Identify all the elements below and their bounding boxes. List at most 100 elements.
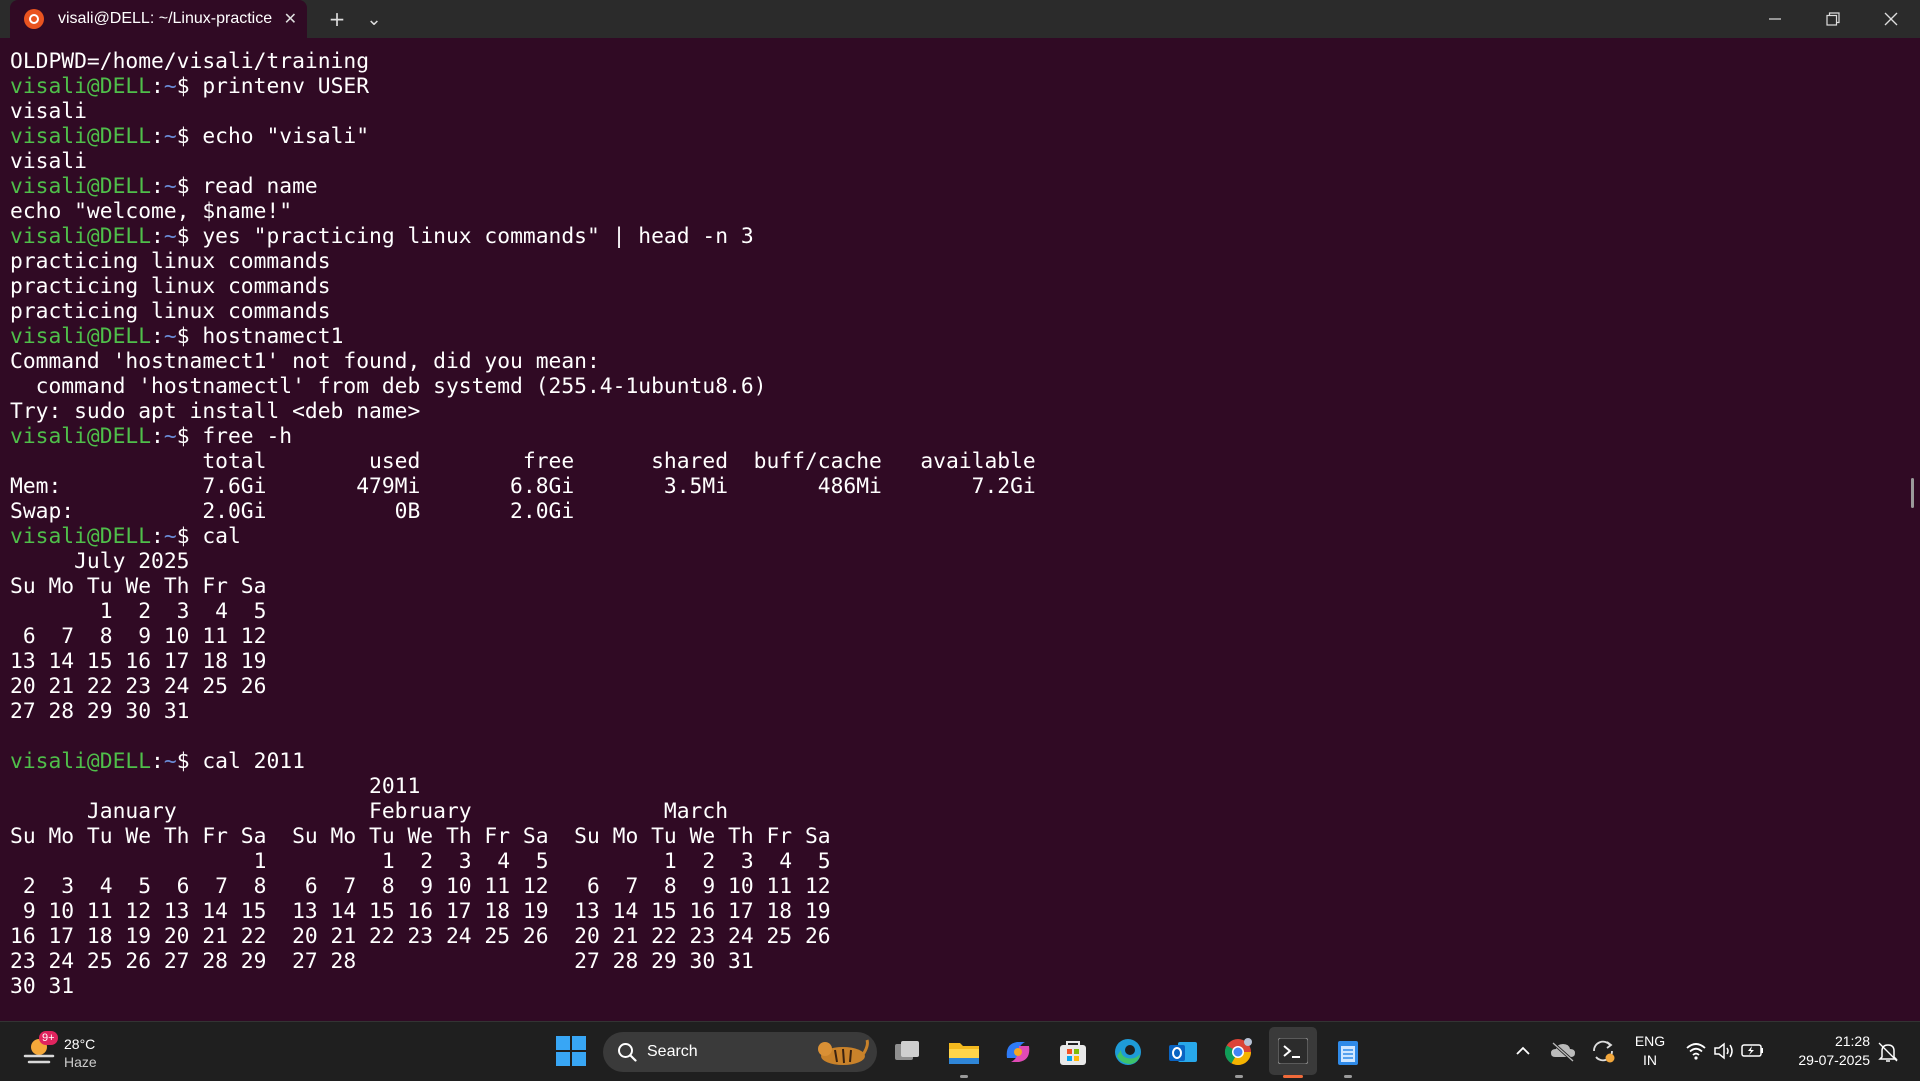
- output-line: Command 'hostnamect1' not found, did you…: [10, 349, 600, 374]
- output-line: 30 31: [10, 974, 75, 999]
- terminal-tab[interactable]: visali@DELL: ~/Linux-practice ✕: [10, 0, 307, 38]
- file-explorer-running-indicator: [960, 1075, 968, 1078]
- prompt-path: ~: [163, 324, 177, 349]
- close-icon: [1884, 12, 1898, 26]
- prompt-line: visali@DELL:~$ free -h: [10, 424, 1036, 449]
- prompt-line: visali@DELL:~$ cal 2011: [10, 749, 1036, 774]
- edge-browser-icon[interactable]: [1113, 1038, 1143, 1066]
- prompt-separator: :: [151, 749, 164, 774]
- chrome-running-indicator: [1235, 1075, 1243, 1078]
- microsoft-store-icon[interactable]: [1058, 1038, 1088, 1066]
- prompt-separator: :: [151, 324, 164, 349]
- chrome-icon[interactable]: [1223, 1038, 1253, 1066]
- output-line: visali: [10, 149, 87, 174]
- wifi-icon: [1686, 1043, 1706, 1060]
- windows-terminal-icon: [1278, 1038, 1308, 1064]
- notepad-running-indicator: [1344, 1075, 1352, 1078]
- output-line: January February March: [10, 799, 729, 824]
- output-line: 6 7 8 9 10 11 12: [10, 624, 267, 649]
- task-view-icon[interactable]: [893, 1038, 923, 1066]
- show-hidden-icons-button[interactable]: [1512, 1040, 1534, 1062]
- outlook-icon[interactable]: [1168, 1038, 1198, 1066]
- prompt-separator: :: [151, 224, 164, 249]
- prompt-user: visali@DELL: [10, 74, 152, 99]
- prompt-path: ~: [163, 224, 177, 249]
- volume-icon: [1714, 1042, 1733, 1060]
- prompt-user: visali@DELL: [10, 749, 152, 774]
- terminal-output[interactable]: OLDPWD=/home/visali/training visali@DELL:…: [10, 49, 1036, 999]
- prompt-command: $ free -h: [176, 424, 293, 449]
- start-button[interactable]: [556, 1036, 586, 1066]
- tiger-search-highlight-icon: [818, 1039, 869, 1065]
- weather-badge: 9+: [39, 1031, 58, 1045]
- prompt-separator: :: [151, 74, 164, 99]
- output-line: 23 24 25 26 27 28 29 27 28 27 28 29 30 3…: [10, 949, 754, 974]
- output-line: 2 3 4 5 6 7 8 6 7 8 9 10 11 12 6 7 8 9 1…: [10, 874, 831, 899]
- output-line: total used free shared buff/cache availa…: [10, 449, 1036, 474]
- taskbar-search[interactable]: Search: [603, 1032, 877, 1072]
- copilot-icon[interactable]: [1003, 1038, 1033, 1066]
- close-window-button[interactable]: [1862, 0, 1920, 38]
- language-indicator[interactable]: ENG IN: [1628, 1032, 1672, 1072]
- cloud-offline-icon: [1551, 1041, 1575, 1063]
- file-explorer-icon[interactable]: [948, 1038, 979, 1066]
- prompt-command: $ read name: [176, 174, 318, 199]
- prompt-line: visali@DELL:~$ cal: [10, 524, 1036, 549]
- battery-charging-icon: [1741, 1044, 1763, 1057]
- prompt-separator: :: [151, 174, 164, 199]
- prompt-user: visali@DELL: [10, 224, 152, 249]
- output-line: OLDPWD=/home/visali/training: [10, 49, 370, 74]
- output-line: 13 14 15 16 17 18 19: [10, 649, 267, 674]
- output-line: practicing linux commands: [10, 274, 331, 299]
- prompt-command: $ cal: [176, 524, 241, 549]
- output-line: 1 1 2 3 4 5 1 2 3 4 5: [10, 849, 831, 874]
- prompt-user: visali@DELL: [10, 174, 152, 199]
- prompt-line: visali@DELL:~$ echo "visali": [10, 124, 1036, 149]
- search-label: Search: [647, 1043, 698, 1060]
- output-line: 27 28 29 30 31: [10, 699, 190, 724]
- prompt-user: visali@DELL: [10, 324, 152, 349]
- windows-logo-icon: [556, 1036, 586, 1066]
- output-line: 2011: [10, 774, 421, 799]
- notepad-icon[interactable]: [1333, 1038, 1363, 1066]
- clock[interactable]: 21:28 29-07-2025: [1780, 1032, 1870, 1072]
- clock-date: 29-07-2025: [1798, 1052, 1870, 1068]
- prompt-user: visali@DELL: [10, 124, 152, 149]
- prompt-path: ~: [163, 124, 177, 149]
- region-code: IN: [1643, 1052, 1657, 1068]
- quick-settings-button[interactable]: [1683, 1038, 1765, 1064]
- minimize-button[interactable]: [1746, 0, 1804, 38]
- output-line: 9 10 11 12 13 14 15 13 14 15 16 17 18 19…: [10, 899, 831, 924]
- terminal-scrollbar[interactable]: [1911, 478, 1914, 508]
- prompt-line: visali@DELL:~$ read name: [10, 174, 1036, 199]
- tab-close-button[interactable]: ✕: [284, 9, 297, 28]
- weather-condition: Haze: [64, 1054, 97, 1070]
- notification-bell-icon: [1878, 1042, 1898, 1062]
- prompt-path: ~: [163, 174, 177, 199]
- terminal-taskbar-button[interactable]: [1269, 1027, 1317, 1075]
- output-line: practicing linux commands: [10, 299, 331, 324]
- output-line: visali: [10, 99, 87, 124]
- prompt-path: ~: [163, 749, 177, 774]
- restore-button[interactable]: [1804, 0, 1862, 38]
- prompt-command: $ echo "visali": [176, 124, 370, 149]
- prompt-command: $ cal 2011: [176, 749, 305, 774]
- prompt-line: visali@DELL:~$ printenv USER: [10, 74, 1036, 99]
- language-code: ENG: [1634, 1033, 1666, 1049]
- minimize-icon: [1769, 18, 1781, 20]
- ubuntu-icon: [24, 9, 44, 29]
- output-line: Swap: 2.0Gi 0B 2.0Gi: [10, 499, 575, 524]
- terminal-active-indicator: [1283, 1075, 1303, 1078]
- prompt-line: visali@DELL:~$ yes "practicing linux com…: [10, 224, 1036, 249]
- weather-widget[interactable]: 9+ 28°C Haze: [20, 1028, 130, 1076]
- search-icon: [618, 1043, 637, 1062]
- onedrive-status[interactable]: [1550, 1040, 1576, 1063]
- tab-dropdown-button[interactable]: ⌄: [361, 0, 387, 38]
- new-tab-button[interactable]: +: [322, 0, 352, 38]
- sync-status[interactable]: [1590, 1038, 1616, 1064]
- output-line: echo "welcome, $name!": [10, 199, 293, 224]
- notifications-button[interactable]: [1876, 1040, 1900, 1064]
- output-line: Su Mo Tu We Th Fr Sa Su Mo Tu We Th Fr S…: [10, 824, 831, 849]
- clock-time: 21:28: [1834, 1033, 1870, 1049]
